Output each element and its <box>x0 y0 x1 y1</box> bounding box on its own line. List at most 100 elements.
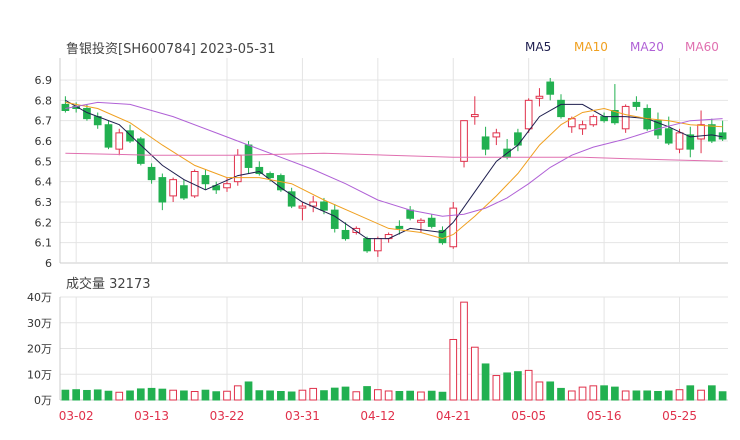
volume-bar <box>373 389 382 401</box>
volume-bar <box>675 389 684 401</box>
candle-body <box>460 120 468 162</box>
volume-bar <box>298 389 307 401</box>
volume-bar <box>449 338 458 401</box>
volume-tick-label: 20万 <box>27 343 52 356</box>
date-tick-label: 05-25 <box>662 409 697 423</box>
candle-body <box>535 95 544 99</box>
date-tick-label: 03-22 <box>210 409 245 423</box>
date-tick-label: 03-02 <box>59 409 94 423</box>
candle-body <box>115 132 124 150</box>
ma-line-ma60 <box>65 152 723 162</box>
price-tick-label: 6.8 <box>35 94 53 107</box>
date-tick-label: 05-05 <box>511 409 546 423</box>
candle-body <box>147 166 156 181</box>
price-tick-label: 6.7 <box>35 115 53 128</box>
volume-bar <box>104 390 113 401</box>
volume-bar <box>330 387 339 401</box>
volume-bar <box>212 391 221 401</box>
volume-bar <box>632 390 641 401</box>
candle-body <box>223 183 231 189</box>
volume-bar <box>320 390 328 401</box>
volume-bar <box>287 391 296 401</box>
volume-bar <box>255 390 264 401</box>
volume-bar <box>190 391 199 401</box>
volume-bar <box>363 386 371 401</box>
volume-bar <box>180 390 188 401</box>
chart-canvas: 6 6.1 6.2 6.3 6.4 6.5 6.6 6.7 6.8 6.9 0万 10万 20万 30万 4… <box>27 58 728 423</box>
volume-bar <box>514 371 522 401</box>
candle-body <box>395 225 404 229</box>
volume-bar <box>481 363 490 401</box>
volume-bar <box>686 385 695 401</box>
date-tick-label: 04-21 <box>436 409 471 423</box>
volume-bar <box>557 387 565 401</box>
candle-body <box>373 238 382 252</box>
candle-body <box>578 124 587 130</box>
candle-body <box>298 205 307 209</box>
volume-bar <box>589 385 598 401</box>
candle-body <box>320 201 328 211</box>
volume-bar <box>115 391 124 401</box>
candle-body <box>449 207 458 248</box>
volume-bar <box>384 390 393 401</box>
volume-bar <box>395 391 404 401</box>
volume-bar <box>524 369 533 401</box>
candle-body <box>406 209 415 219</box>
volume-bar <box>341 386 350 401</box>
volume-bar <box>654 391 662 401</box>
volume-bar <box>535 381 544 401</box>
volume-bar <box>578 386 587 401</box>
volume-tick-label: 30万 <box>27 317 52 330</box>
stock-chart-widget: 鲁银投资[SH600784] 2023-05-31 MA5 MA10 MA20 … <box>0 0 740 440</box>
candle-body <box>266 173 274 179</box>
volume-bar <box>244 381 253 401</box>
date-tick-label: 04-12 <box>360 409 395 423</box>
volume-bar <box>718 391 727 401</box>
volume-bar <box>309 387 318 401</box>
candle-body <box>492 132 501 138</box>
volume-bar <box>277 391 285 401</box>
candle-body <box>697 124 705 140</box>
volume-bar <box>266 390 274 401</box>
volume-bar <box>61 389 70 401</box>
candle-body <box>287 191 296 207</box>
candle-body <box>481 136 490 150</box>
price-tick-label: 6.6 <box>35 135 53 148</box>
volume-bar <box>352 391 361 401</box>
date-tick-label: 03-13 <box>134 409 169 423</box>
volume-tick-label: 40万 <box>27 291 52 304</box>
volume-bar <box>201 389 210 401</box>
candle-body <box>600 116 608 122</box>
price-tick-label: 6.3 <box>35 196 53 209</box>
candle-body <box>557 99 565 118</box>
volume-bar <box>470 346 479 401</box>
candle-body <box>61 103 70 112</box>
candle-body <box>104 124 113 148</box>
candle-body <box>417 219 425 223</box>
candle-body <box>341 229 350 240</box>
candle-body <box>632 101 641 107</box>
candle-body <box>524 99 533 130</box>
volume-tick-label: 10万 <box>27 368 52 381</box>
candle-body <box>169 179 177 197</box>
candle-body <box>244 144 253 168</box>
volume-bar <box>664 390 673 401</box>
volume-bar <box>492 375 501 401</box>
price-tick-label: 6.4 <box>35 176 53 189</box>
volume-bar <box>697 389 705 401</box>
price-tick-label: 6.9 <box>35 74 53 87</box>
candle-body <box>255 166 264 175</box>
candle-body <box>621 105 630 130</box>
candle-body <box>470 114 479 118</box>
date-tick-label: 03-31 <box>285 409 320 423</box>
candle-body <box>363 238 371 252</box>
volume-bar <box>546 381 555 401</box>
volume-bar <box>438 391 447 401</box>
volume-bar <box>611 386 619 401</box>
candle-body <box>707 124 716 142</box>
candle-body <box>514 132 522 146</box>
volume-bar <box>169 389 177 401</box>
volume-bar <box>503 372 511 401</box>
volume-bar <box>567 390 576 401</box>
volume-bar <box>460 301 468 401</box>
